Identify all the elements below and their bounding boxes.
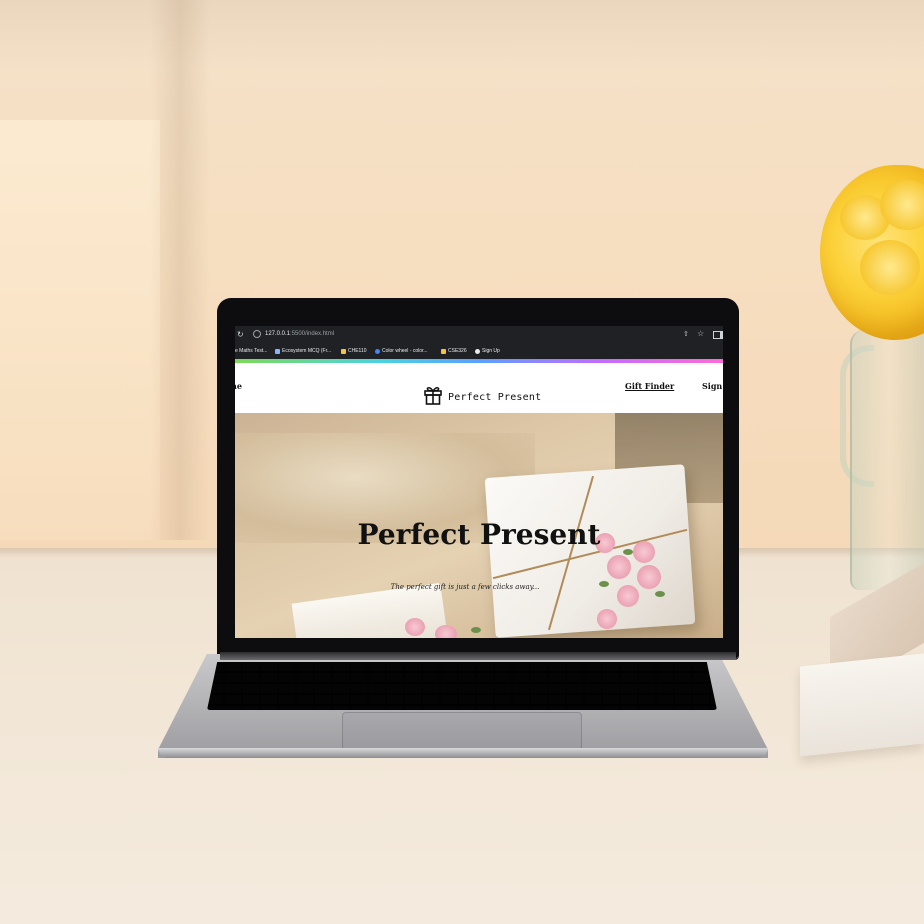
logo-text[interactable]: Perfect Present: [448, 392, 541, 403]
bookmark-item[interactable]: Ecosystem MCQ (Fr...: [275, 348, 331, 354]
laptop-trackpad: [342, 712, 582, 752]
browser-address-bar: ↻ 127.0.0.1:5500/index.html ⇧ ☆: [235, 326, 723, 344]
folder-icon: [441, 348, 446, 354]
bookmark-label: Ecosystem MCQ (Fr...: [282, 348, 332, 354]
laptop-hinge: [220, 652, 736, 660]
bookmark-favicon-icon: [275, 348, 280, 354]
wall-shadow: [150, 0, 210, 540]
hero-rose: [597, 609, 617, 629]
url-field[interactable]: 127.0.0.1:5500/index.html: [265, 331, 334, 337]
share-icon[interactable]: ⇧: [683, 330, 689, 338]
bookmark-label: Color wheel - color...: [382, 348, 428, 354]
notebook: [800, 653, 924, 757]
petal: [860, 240, 920, 295]
hero-leaf: [471, 627, 481, 633]
window-light: [0, 120, 160, 540]
bookmark-item[interactable]: Sign Up: [475, 348, 500, 354]
hero-rose: [435, 625, 457, 638]
bookmark-label: e Maths Test...: [235, 348, 268, 354]
hero-rose: [405, 618, 425, 636]
bookmark-label: CSE326: [448, 348, 467, 354]
laptop-base-lip: [158, 748, 768, 758]
hero-section: Perfect Present The perfect gift is just…: [235, 413, 723, 638]
bookmark-label: Sign Up: [482, 348, 500, 354]
url-host: 127.0.0.1: [265, 331, 291, 337]
hero-subtitle: The perfect gift is just a few clicks aw…: [390, 583, 540, 591]
nav-link-gift-finder[interactable]: Gift Finder: [625, 381, 674, 391]
gift-icon: [424, 387, 442, 405]
bookmark-label: CHE110: [348, 348, 367, 354]
laptop-keyboard: [207, 662, 717, 710]
nav-link-home[interactable]: ne: [235, 381, 242, 391]
laptop-screen: ↻ 127.0.0.1:5500/index.html ⇧ ☆ e Maths …: [235, 326, 723, 638]
globe-icon: [475, 348, 480, 354]
site-info-icon[interactable]: [253, 330, 261, 338]
hero-leaf: [655, 591, 665, 597]
bookmarks-bar: e Maths Test... Ecosystem MCQ (Fr... CHE…: [235, 344, 723, 359]
hero-title: Perfect Present: [357, 518, 601, 551]
hero-rose: [607, 555, 631, 579]
folder-icon: [341, 348, 346, 354]
side-panel-icon[interactable]: [713, 331, 723, 339]
wall-shadow-band: [0, 0, 924, 70]
bookmark-item[interactable]: Color wheel - color...: [375, 348, 428, 354]
bookmark-item[interactable]: CSE326: [441, 348, 467, 354]
reload-icon[interactable]: ↻: [237, 330, 244, 339]
hero-napkin: [291, 582, 449, 638]
site-header: ne Perfect Present Gift Finder Sign U: [235, 363, 723, 413]
url-path: :5500/index.html: [290, 331, 335, 337]
nav-link-sign-up[interactable]: Sign U: [702, 381, 723, 391]
bookmark-item[interactable]: e Maths Test...: [235, 348, 267, 354]
bookmark-item[interactable]: CHE110: [341, 348, 367, 354]
glass-vase: [850, 330, 924, 590]
bookmark-favicon-icon: [375, 348, 380, 354]
star-icon[interactable]: ☆: [697, 329, 704, 338]
